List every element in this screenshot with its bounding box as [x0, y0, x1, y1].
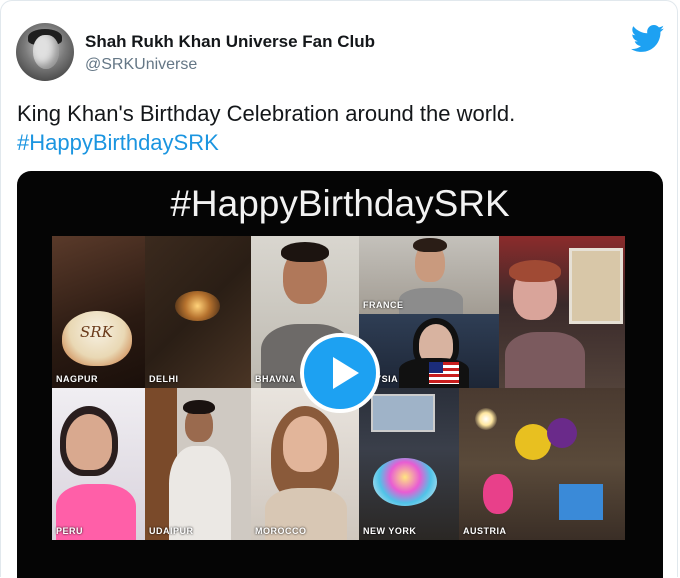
- tweet-body: King Khan's Birthday Celebration around …: [17, 101, 516, 126]
- tile-label: NEW YORK: [363, 526, 417, 536]
- video-tile-elder: [499, 236, 625, 388]
- person-hair: [281, 242, 329, 262]
- tile-label: UDAIPUR: [149, 526, 194, 536]
- video-tile-malaysia: LAYSIA: [359, 314, 499, 388]
- twitter-bird-icon[interactable]: [631, 25, 665, 53]
- poster-frame: [569, 248, 623, 324]
- tweet-card[interactable]: Shah Rukh Khan Universe Fan Club @SRKUni…: [0, 0, 678, 578]
- avatar[interactable]: [16, 23, 74, 81]
- tile-label: FRANCE: [363, 300, 404, 310]
- cake-text: SRK: [80, 323, 113, 341]
- video-tile-new-york: NEW YORK: [359, 388, 459, 540]
- person-hair: [413, 238, 447, 252]
- tile-label: DELHI: [149, 374, 179, 384]
- person-head: [283, 416, 327, 472]
- cake: SRK: [62, 311, 132, 366]
- tile-label: AUSTRIA: [463, 526, 507, 536]
- video-tile-udaipur: UDAIPUR: [145, 388, 251, 540]
- cake: [373, 458, 437, 506]
- person-body: [505, 332, 585, 388]
- hashtag-link[interactable]: #HappyBirthdaySRK: [17, 128, 515, 157]
- person-hair: [183, 400, 215, 414]
- video-player[interactable]: #HappyBirthdaySRK SRK NAGPUR DELHI BHAVN…: [17, 171, 663, 578]
- lamp: [475, 408, 497, 430]
- person-hair: [509, 260, 561, 282]
- tweet-text: King Khan's Birthday Celebration around …: [17, 99, 515, 157]
- video-title: #HappyBirthdaySRK: [170, 183, 510, 224]
- tile-label: PERU: [56, 526, 84, 536]
- flag: [429, 362, 459, 384]
- author-name[interactable]: Shah Rukh Khan Universe Fan Club: [85, 32, 375, 52]
- laptop-screen: [371, 394, 435, 432]
- video-tile-delhi: DELHI: [145, 236, 251, 388]
- balloon-purple: [547, 418, 577, 448]
- tile-label: MOROCCO: [255, 526, 307, 536]
- video-tile-france: FRANCE: [359, 236, 499, 314]
- avatar-face: [33, 35, 59, 69]
- video-tile-nagpur: SRK NAGPUR: [52, 236, 145, 388]
- person-head: [66, 414, 112, 470]
- tile-label: BHAVNA: [255, 374, 296, 384]
- flag-canton: [429, 362, 443, 373]
- candle-cake: [175, 291, 220, 321]
- video-tile-peru: PERU: [52, 388, 145, 540]
- play-button[interactable]: [300, 333, 380, 413]
- gift-box: [559, 484, 603, 520]
- balloon-yellow: [515, 424, 551, 460]
- video-tile-austria: AUSTRIA: [459, 388, 625, 540]
- tile-label: NAGPUR: [56, 374, 99, 384]
- play-icon: [333, 357, 359, 389]
- teddy-bear: [483, 474, 513, 514]
- author-handle[interactable]: @SRKUniverse: [85, 56, 197, 74]
- person-body: [399, 288, 463, 314]
